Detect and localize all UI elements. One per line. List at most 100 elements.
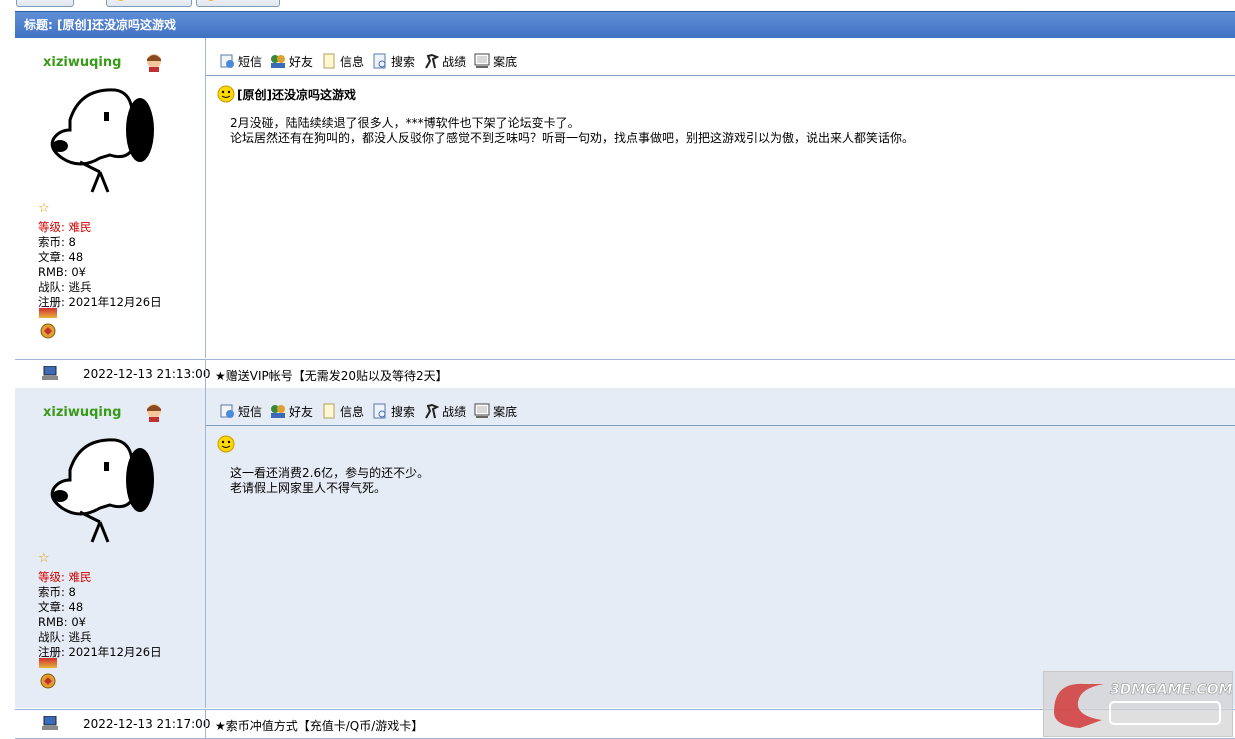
ad-link[interactable]: ★赠送VIP帐号【无需发20贴以及等待2天】 <box>215 367 448 384</box>
avatar <box>50 88 154 193</box>
top-button-2[interactable] <box>106 0 192 7</box>
site-logo-icon: 3DMGAME.COM <box>1054 682 1233 728</box>
sms-label: 短信 <box>238 404 263 419</box>
male-icon <box>147 404 161 422</box>
post-content: 短信 好友 信息 搜索 战绩 <box>206 388 1235 708</box>
info-label: 信息 <box>340 54 365 69</box>
medal-icon <box>40 323 56 339</box>
rank-star-icon: ☆ <box>38 551 50 566</box>
computer-icon <box>42 716 58 730</box>
friend-button[interactable]: 好友 <box>270 53 313 70</box>
rank-star-icon: ☆ <box>38 201 50 216</box>
username[interactable]: xiziwuqing <box>43 405 121 420</box>
avatar <box>50 438 154 543</box>
post-toolbar: 短信 好友 信息 搜索 战绩 案底 <box>219 52 525 70</box>
user-level: 等级: 难民 <box>38 220 92 234</box>
sms-button[interactable]: 短信 <box>219 53 262 70</box>
info-icon <box>323 403 335 419</box>
sms-icon <box>220 404 234 418</box>
info-button[interactable]: 信息 <box>321 53 364 70</box>
bottom-button[interactable]: 案底 <box>474 403 517 420</box>
sms-button[interactable]: 短信 <box>219 403 262 420</box>
computer-icon <box>42 366 58 380</box>
sms-icon <box>220 54 234 68</box>
user-panel: xiziwuqing ☆ 等级: 难民 索币: 8 文章: 48 RMB: 0¥… <box>15 388 206 708</box>
post-date: 2022-12-13 21:17:00 <box>83 717 211 731</box>
post-2: xiziwuqing ☆ 等级: 难民 索币: 8 文章: 48 RMB: 0¥… <box>15 388 1235 708</box>
post-body-line: 这一看还消费2.6亿，参与的还不少。 <box>230 466 430 480</box>
soldier-icon <box>425 53 440 69</box>
medal-icon <box>40 673 56 689</box>
medal-ribbon-icon <box>39 308 57 318</box>
user-panel: xiziwuqing ☆ 等级: 难民 索币: 8 文章: 48 RMB: 0¥… <box>15 38 206 358</box>
watermark-logo: 3DMGAME.COM <box>1043 671 1233 737</box>
button-icon <box>117 0 125 1</box>
post-body-line: 论坛居然还有在狗叫的，都没人反驳你了感觉不到乏味吗？听哥一句劝，找点事做吧，别把… <box>230 131 915 145</box>
friend-label: 好友 <box>289 404 314 419</box>
info-label: 信息 <box>340 404 365 419</box>
friend-button[interactable]: 好友 <box>270 403 313 420</box>
bottom-label: 案底 <box>493 404 518 419</box>
post-title <box>217 435 237 453</box>
button-icon <box>207 0 215 1</box>
record-button[interactable]: 战绩 <box>423 403 466 420</box>
user-team: 战队: 逃兵 <box>38 630 92 644</box>
friend-icon <box>271 405 286 418</box>
top-button-3[interactable] <box>196 0 280 7</box>
male-icon <box>147 54 161 72</box>
friend-icon <box>271 55 286 68</box>
record-label: 战绩 <box>442 404 467 419</box>
search-button[interactable]: 搜索 <box>372 403 415 420</box>
post-body-line: 老请假上网家里人不得气死。 <box>230 481 387 495</box>
sms-label: 短信 <box>238 54 263 69</box>
ad-link[interactable]: ★索币冲值方式【充值卡/Q币/游戏卡】 <box>215 717 423 734</box>
post-body: 2月没碰，陆陆续续退了很多人，***博软件也下架了论坛变卡了。 论坛居然还有在狗叫… <box>230 116 914 146</box>
post-title: [原创]还没凉吗这游戏 <box>217 85 356 103</box>
divider <box>206 425 1235 426</box>
info-button[interactable]: 信息 <box>321 403 364 420</box>
user-rmb: RMB: 0¥ <box>38 265 86 279</box>
search-icon <box>373 403 386 419</box>
search-label: 搜索 <box>391 54 416 69</box>
post-footer-1: 2022-12-13 21:13:00 ★赠送VIP帐号【无需发20贴以及等待2… <box>15 359 1235 389</box>
post-body-line: 2月没碰，陆陆续续退了很多人，***博软件也下架了论坛变卡了。 <box>230 116 580 130</box>
record-button[interactable]: 战绩 <box>423 53 466 70</box>
record-label: 战绩 <box>442 54 467 69</box>
user-rmb: RMB: 0¥ <box>38 615 86 629</box>
info-icon <box>323 53 335 69</box>
post-toolbar: 短信 好友 信息 搜索 战绩 案底 <box>219 402 525 420</box>
search-button[interactable]: 搜索 <box>372 53 415 70</box>
user-articles: 文章: 48 <box>38 600 84 614</box>
post-body: 这一看还消费2.6亿，参与的还不少。 老请假上网家里人不得气死。 <box>230 466 429 496</box>
soldier-icon <box>425 403 440 419</box>
divider <box>206 75 1235 76</box>
bottom-label: 案底 <box>493 54 518 69</box>
top-button-1[interactable] <box>16 0 74 7</box>
search-label: 搜索 <box>391 404 416 419</box>
post-content: 短信 好友 信息 搜索 战绩 <box>206 38 1235 358</box>
smiley-icon <box>217 85 235 103</box>
username[interactable]: xiziwuqing <box>43 55 121 70</box>
monitor-icon <box>474 53 490 68</box>
medal-ribbon-icon <box>39 658 57 668</box>
user-coins: 索币: 8 <box>38 585 76 599</box>
user-info: 等级: 难民 索币: 8 文章: 48 RMB: 0¥ 战队: 逃兵 注册: 2… <box>38 570 162 660</box>
search-icon <box>373 53 386 69</box>
footer-divider <box>205 710 206 738</box>
bottom-button[interactable]: 案底 <box>474 53 517 70</box>
user-info: 等级: 难民 索币: 8 文章: 48 RMB: 0¥ 战队: 逃兵 注册: 2… <box>38 220 162 310</box>
user-articles: 文章: 48 <box>38 250 84 264</box>
friend-label: 好友 <box>289 54 314 69</box>
thread-title-bar: 标题: [原创]还没凉吗这游戏 <box>15 11 1235 39</box>
user-level: 等级: 难民 <box>38 570 92 584</box>
footer-divider <box>205 360 206 388</box>
user-team: 战队: 逃兵 <box>38 280 92 294</box>
post-1: xiziwuqing ☆ 等级: 难民 索币: 8 文章: 48 RMB: 0¥… <box>15 38 1235 358</box>
post-date: 2022-12-13 21:13:00 <box>83 367 211 381</box>
monitor-icon <box>474 403 490 418</box>
svg-text:3DMGAME.COM: 3DMGAME.COM <box>1110 682 1232 698</box>
thread-title: 标题: [原创]还没凉吗这游戏 <box>24 18 176 32</box>
user-coins: 索币: 8 <box>38 235 76 249</box>
smiley-icon <box>217 435 235 453</box>
post-title-text: [原创]还没凉吗这游戏 <box>237 87 356 102</box>
